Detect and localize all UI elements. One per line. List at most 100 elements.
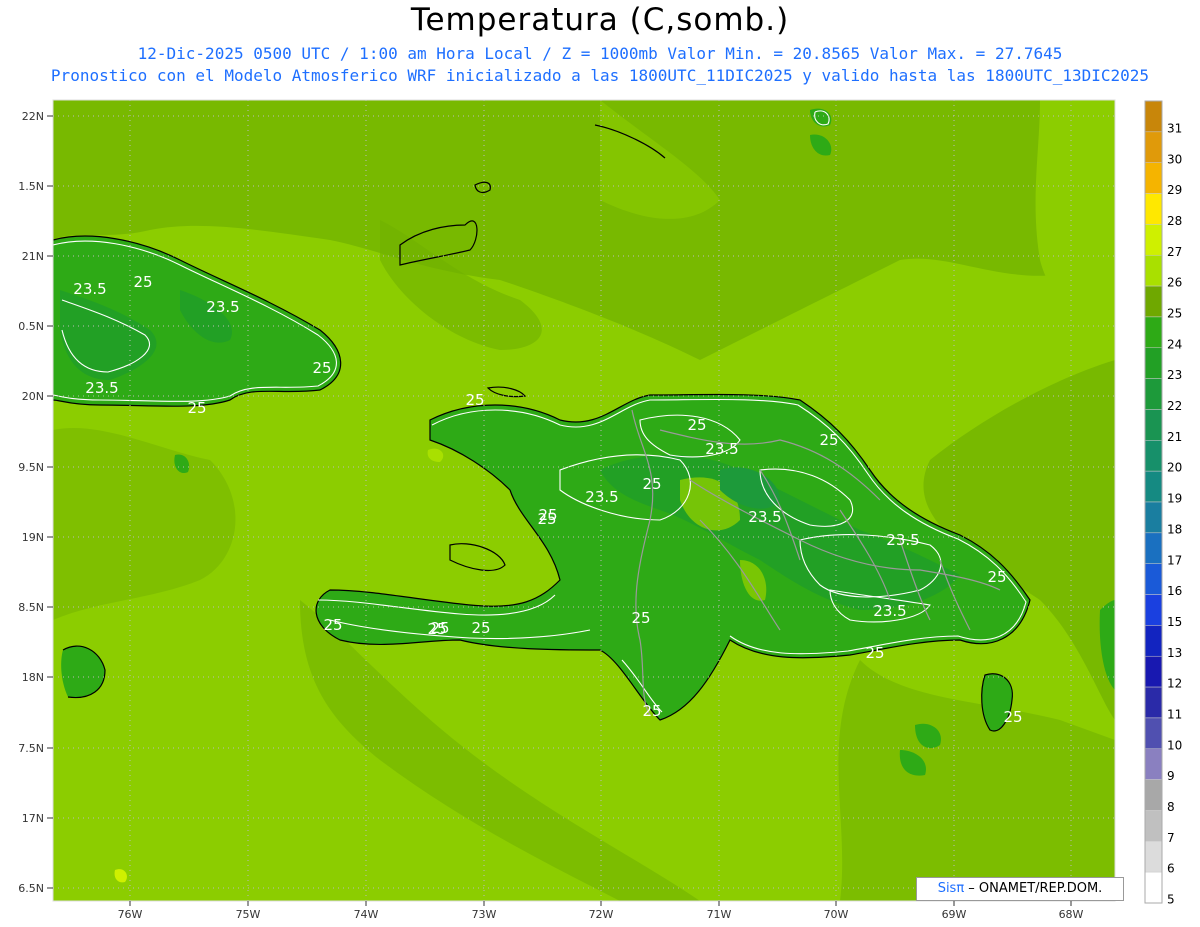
contour-label: 25 — [642, 475, 661, 493]
colorbar-label: 26 — [1167, 276, 1182, 290]
colorbar-swatch — [1144, 470, 1163, 503]
colorbar-label: 28 — [1167, 214, 1182, 228]
colorbar-label: 18 — [1167, 522, 1182, 536]
colorbar-swatch — [1144, 100, 1163, 133]
colorbar-swatch — [1144, 378, 1163, 410]
contour-label: 25 — [323, 616, 342, 634]
map-subtitle-valid-time: 12-Dic-2025 0500 UTC / 1:00 am Hora Loca… — [137, 44, 1063, 63]
colorbar-swatch — [1144, 224, 1163, 256]
contour-label: 23.5 — [85, 379, 118, 397]
lat-tick-label: 21N — [22, 250, 44, 263]
colorbar-swatch — [1144, 871, 1163, 904]
contour-label: 25 — [133, 273, 152, 291]
lat-tick-label: 17N — [22, 812, 44, 825]
contour-label: 25 — [430, 619, 449, 637]
colorbar-label: 21 — [1167, 430, 1182, 444]
latitude-axis: 22N 1.5N 21N 0.5N 20N 9.5N 19N 8.5N 18N 7.5N 17N 6.… — [18, 110, 53, 895]
colorbar-label: 29 — [1167, 183, 1182, 197]
contour-label: 25 — [865, 644, 884, 662]
colorbar-swatch — [1144, 193, 1163, 225]
colorbar-swatch — [1144, 131, 1163, 163]
contour-label: 23.5 — [705, 440, 738, 458]
colorbar-swatch — [1144, 347, 1163, 379]
colorbar-label: 17 — [1167, 553, 1182, 567]
colorbar-swatch — [1144, 594, 1163, 626]
lat-tick-label: 19N — [22, 531, 44, 544]
contour-label: 23.5 — [585, 488, 618, 506]
credit-text: – ONAMET/REP.DOM. — [964, 881, 1103, 896]
contour-label: 25 — [465, 391, 484, 409]
colorbar-swatch — [1144, 717, 1163, 750]
colorbar-swatch — [1144, 162, 1163, 194]
map-subtitle-model-info: Pronostico con el Modelo Atmosferico WRF… — [50, 66, 1150, 85]
colorbar-label: 22 — [1167, 399, 1182, 413]
map-title: Temperatura (C,somb.) — [410, 2, 790, 38]
lat-tick-label: 18N — [22, 671, 44, 684]
colorbar-swatch — [1144, 409, 1163, 441]
contour-label: 23.5 — [206, 298, 239, 316]
colorbar-swatch — [1144, 285, 1163, 318]
colorbar-label: 5 — [1167, 893, 1175, 907]
colorbar-swatch — [1144, 625, 1163, 657]
lon-tick-label: 68W — [1059, 908, 1084, 921]
contour-label: 23.5 — [748, 508, 781, 526]
contour-label: 23.5 — [873, 602, 906, 620]
colorbar-label: 13 — [1167, 646, 1182, 660]
lat-tick-label: 8.5N — [18, 601, 44, 614]
contour-label: 25 — [631, 609, 650, 627]
lon-tick-label: 72W — [589, 908, 614, 921]
contour-label: 25 — [819, 431, 838, 449]
lon-tick-label: 74W — [354, 908, 379, 921]
colorbar-label: 20 — [1167, 461, 1182, 475]
lon-tick-label: 76W — [118, 908, 143, 921]
temperature-field — [53, 100, 1115, 901]
credit-badge: Sisπ – ONAMET/REP.DOM. — [916, 877, 1124, 901]
colorbar-swatch — [1144, 841, 1163, 873]
colorbar-label: 16 — [1167, 584, 1182, 598]
contour-label: 25 — [187, 399, 206, 417]
colorbar-swatch — [1144, 440, 1163, 472]
lon-tick-label: 69W — [942, 908, 967, 921]
colorbar-swatch — [1144, 810, 1163, 842]
contour-label: 23.5 — [73, 280, 106, 298]
colorbar-label: 19 — [1167, 492, 1182, 506]
colorbar-label: 15 — [1167, 615, 1182, 629]
colorbar-label: 7 — [1167, 831, 1175, 845]
lon-tick-label: 71W — [707, 908, 732, 921]
colorbar-label: 25 — [1167, 307, 1182, 321]
contour-label: 25 — [1003, 708, 1022, 726]
contour-label: 25 — [538, 506, 557, 524]
colorbar-label: 12 — [1167, 677, 1182, 691]
lon-tick-label: 73W — [472, 908, 497, 921]
colorbar-swatch — [1144, 501, 1163, 534]
colorbar-swatch — [1144, 779, 1163, 811]
colorbar-label: 9 — [1167, 769, 1175, 783]
lat-tick-label: 20N — [22, 390, 44, 403]
colorbar-label: 31 — [1167, 121, 1182, 135]
colorbar-label: 27 — [1167, 245, 1182, 259]
lat-tick-label: 0.5N — [18, 320, 44, 333]
colorbar-label: 23 — [1167, 368, 1182, 382]
colorbar-swatch — [1144, 532, 1163, 564]
colorbar-label: 10 — [1167, 738, 1182, 752]
lat-tick-label: 6.5N — [18, 882, 44, 895]
colorbar-label: 24 — [1167, 337, 1182, 351]
lat-tick-label: 9.5N — [18, 461, 44, 474]
colorbar-label: 8 — [1167, 800, 1175, 814]
lon-tick-label: 75W — [236, 908, 261, 921]
colorbar-label: 30 — [1167, 152, 1182, 166]
lat-tick-label: 1.5N — [18, 180, 44, 193]
lat-tick-label: 22N — [22, 110, 44, 123]
colorbar-swatch — [1144, 748, 1163, 780]
colorbar-label: 6 — [1167, 862, 1175, 876]
contour-label: 25 — [471, 619, 490, 637]
contour-label: 25 — [642, 702, 661, 720]
colorbar-swatch — [1144, 254, 1163, 287]
lon-tick-label: 70W — [824, 908, 849, 921]
colorbar-swatch — [1144, 316, 1163, 349]
colorbar-swatch — [1144, 655, 1163, 688]
colorbar-swatch — [1144, 563, 1163, 595]
lat-tick-label: 7.5N — [18, 742, 44, 755]
colorbar-label: 11 — [1167, 708, 1182, 722]
contour-label: 23.5 — [886, 531, 919, 549]
